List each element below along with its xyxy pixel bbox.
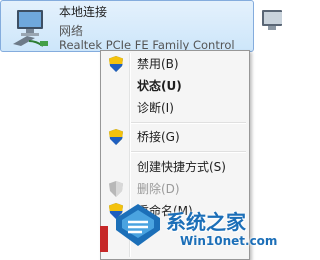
menu-item-delete: 删除(D) bbox=[103, 178, 247, 200]
menu-item-bridge[interactable]: 桥接(G) bbox=[103, 126, 247, 148]
network-adapter-icon bbox=[13, 10, 48, 47]
connection-name: 本地连接 bbox=[59, 5, 108, 19]
menu-item-status[interactable]: 状态(U) bbox=[103, 75, 247, 97]
menu-item-label: 删除(D) bbox=[137, 182, 180, 196]
menu-item-label: 状态(U) bbox=[137, 79, 182, 93]
menu-item-label: 桥接(G) bbox=[137, 130, 180, 144]
uac-shield-icon bbox=[109, 129, 123, 145]
menu-item-label: 禁用(B) bbox=[137, 57, 179, 71]
network-adapter-icon[interactable] bbox=[258, 4, 282, 44]
menu-item-create-shortcut[interactable]: 创建快捷方式(S) bbox=[103, 156, 247, 178]
uac-shield-icon bbox=[109, 181, 123, 197]
menu-separator bbox=[131, 122, 246, 124]
menu-item-diagnose[interactable]: 诊断(I) bbox=[103, 97, 247, 119]
connection-type: 网络 bbox=[59, 24, 84, 38]
menu-item-label: 诊断(I) bbox=[137, 101, 174, 115]
watermark-logo-icon bbox=[116, 204, 160, 246]
watermark-url: Win10net.com bbox=[180, 234, 278, 248]
watermark-title: 系统之家 bbox=[166, 210, 246, 234]
partial-red-icon bbox=[100, 226, 108, 252]
menu-separator bbox=[131, 151, 246, 153]
uac-shield-icon bbox=[109, 56, 123, 72]
menu-item-label: 创建快捷方式(S) bbox=[137, 160, 226, 174]
menu-item-disable[interactable]: 禁用(B) bbox=[103, 53, 247, 75]
network-connection-tile[interactable]: 本地连接 网络 Realtek PCIe FE Family Control bbox=[0, 0, 254, 52]
